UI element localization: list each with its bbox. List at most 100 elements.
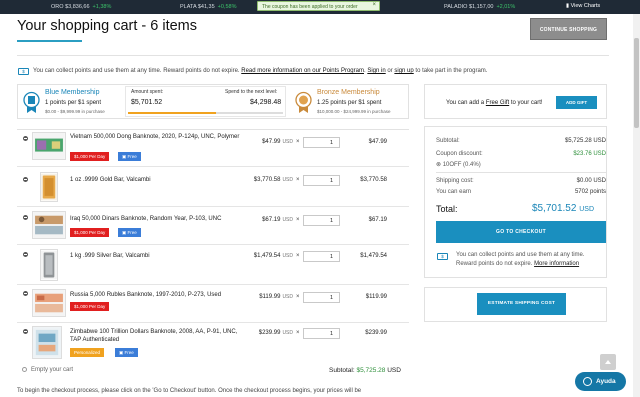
summary-earn-label: You can earn [436, 189, 472, 195]
line-total: $3,770.58 [360, 177, 387, 183]
unit-price: $119.99 USD [237, 294, 293, 300]
help-chat-button[interactable]: Ayuda [575, 372, 626, 391]
ticker-price: $41,35 [197, 4, 215, 10]
cart-item: Zimbabwe 100 Trillion Dollars Banknote, … [17, 324, 409, 362]
membership-progress-bar [128, 112, 283, 114]
coupon-code: ⊗ 10OFF (0.4%) [436, 161, 606, 168]
product-thumbnail[interactable] [32, 211, 66, 239]
product-thumbnail[interactable] [40, 249, 58, 281]
cart-item: Russia 5,000 Rubles Banknote, 1997-2010,… [17, 286, 409, 323]
ticker-silver[interactable]: PLATA $41,35 +0,58% [180, 4, 236, 10]
unit-price: $1,479.54 USD [237, 253, 293, 259]
or-text: or [387, 68, 393, 74]
scrollbar[interactable] [633, 14, 640, 397]
gift-text-after: to your cart! [510, 100, 543, 106]
quantity-input[interactable]: 1 [303, 251, 340, 262]
badge-free-label: Free [127, 230, 137, 235]
gift-text: You can add a Free Gift to your cart! [446, 100, 543, 106]
cart-item: Vietnam 500,000 Dong Banknote, 2020, P-1… [17, 130, 409, 167]
quantity-input[interactable]: 1 [303, 328, 340, 339]
add-gift-button[interactable]: ADD GIFT [556, 96, 597, 109]
quantity-input[interactable]: 1 [303, 175, 340, 186]
remove-item-icon[interactable] [23, 215, 28, 220]
summary-shipping-value: $0.00 USD [576, 178, 606, 184]
signup-link[interactable]: sign up [394, 68, 413, 74]
page-title: Your shopping cart - 6 items [17, 18, 198, 34]
empty-cart-link[interactable]: Empty your cart [22, 367, 73, 373]
go-to-checkout-button[interactable]: GO TO CHECKOUT [436, 221, 606, 243]
product-thumbnail[interactable] [32, 289, 66, 317]
remove-item-icon[interactable] [23, 329, 28, 334]
coupon-code-label: 10OFF (0.4%) [442, 162, 481, 168]
summary-points-note: You can collect points and use them at a… [456, 251, 606, 268]
remove-item-icon[interactable] [23, 136, 28, 141]
unit-price-value: $1,479.54 [253, 253, 281, 259]
remove-coupon-icon[interactable]: ⊗ [436, 162, 443, 168]
view-charts-link[interactable]: ▮ View Charts [566, 3, 600, 9]
next-membership-range: $10,000.00 - $24,999.99 in purchase [317, 109, 391, 114]
points-note-text: You can collect points and use them at a… [33, 68, 240, 74]
blue-medal-icon [23, 91, 40, 113]
ticker-price: $3,836,66 [65, 4, 90, 10]
remove-item-icon[interactable] [23, 291, 28, 296]
product-name[interactable]: 1 oz .9999 Gold Bar, Valcambi [70, 176, 240, 184]
multiply-sign: × [296, 253, 300, 259]
summary-subtotal-label: Subtotal: [436, 138, 460, 144]
remove-item-icon[interactable] [23, 252, 28, 257]
ticker-palladium[interactable]: PALADIO $1,157,00 +2,01% [444, 4, 515, 10]
points-ticket-icon: $ [18, 68, 29, 75]
free-gift-link[interactable]: Free Gift [486, 100, 509, 106]
amount-spent-value: $5,701.52 [131, 99, 163, 106]
product-name[interactable]: Russia 5,000 Rubles Banknote, 1997-2010,… [70, 291, 240, 299]
cart-item: 1 kg .999 Silver Bar, Valcambi $1,479.54… [17, 246, 409, 285]
ticker-name: PLATA [180, 4, 197, 10]
empty-cart-label: Empty your cart [31, 367, 74, 373]
product-thumbnail[interactable] [32, 326, 62, 359]
next-membership-title: Bronze Membership [317, 89, 380, 96]
shipping-estimate-box: ESTIMATE SHIPPING COST [424, 287, 607, 322]
points-note: $ You can collect points and use them at … [18, 68, 487, 75]
summary-discount-label: Coupon discount: [436, 151, 483, 157]
scroll-to-top-button[interactable] [600, 354, 616, 370]
multiply-sign: × [296, 217, 300, 223]
unit-price-value: $3,770.58 [253, 177, 281, 183]
view-charts-label: View Charts [570, 3, 601, 9]
divider [17, 55, 609, 56]
currency: USD [282, 139, 293, 145]
current-membership-title: Blue Membership [45, 89, 100, 96]
estimate-shipping-button[interactable]: ESTIMATE SHIPPING COST [477, 293, 566, 315]
continue-shopping-button[interactable]: CONTINUE SHOPPING [530, 18, 607, 40]
total-amount: $5,701.52 USD [532, 203, 594, 214]
product-thumbnail[interactable] [32, 132, 66, 160]
toast-message: The coupon has been applied to your orde… [262, 3, 358, 10]
points-ticket-icon: $ [437, 253, 448, 260]
summary-discount: Coupon discount: $23.76 USD [436, 151, 606, 157]
product-name[interactable]: Vietnam 500,000 Dong Banknote, 2020, P-1… [70, 133, 240, 141]
badge-free-label: Free [124, 350, 134, 355]
quantity-input[interactable]: 1 [303, 137, 340, 148]
badge-free-label: Free [127, 154, 137, 159]
product-name[interactable]: Zimbabwe 100 Trillion Dollars Banknote, … [70, 328, 240, 344]
scrollbar-thumb[interactable] [634, 38, 639, 128]
subtotal-currency: USD [387, 367, 401, 374]
remove-item-icon[interactable] [23, 177, 28, 182]
product-name[interactable]: Iraq 50,000 Dinars Banknote, Random Year… [70, 215, 240, 223]
signin-link[interactable]: Sign in [367, 68, 385, 74]
badge-per-day: $1,000 Per Day [70, 228, 110, 237]
free-gift-box: You can add a Free Gift to your cart! AD… [424, 84, 607, 119]
more-information-link[interactable]: More information [534, 261, 579, 267]
line-total: $119.99 [365, 294, 387, 300]
close-icon[interactable]: × [372, 2, 376, 8]
ticker-gold[interactable]: ORO $3,836,66 +1,38% [51, 4, 111, 10]
product-thumbnail[interactable] [40, 172, 58, 202]
unit-price-value: $239.99 [258, 330, 281, 336]
unit-price-value: $67.19 [262, 217, 281, 223]
quantity-input[interactable]: 1 [303, 215, 340, 226]
unit-price: $67.19 USD [237, 217, 293, 223]
product-name[interactable]: 1 kg .999 Silver Bar, Valcambi [70, 252, 240, 260]
chat-icon [583, 377, 592, 386]
points-program-link[interactable]: Read more information on our Points Prog… [241, 68, 364, 74]
quantity-input[interactable]: 1 [303, 292, 340, 303]
unit-price-value: $47.99 [262, 139, 281, 145]
line-total: $67.19 [368, 217, 387, 223]
